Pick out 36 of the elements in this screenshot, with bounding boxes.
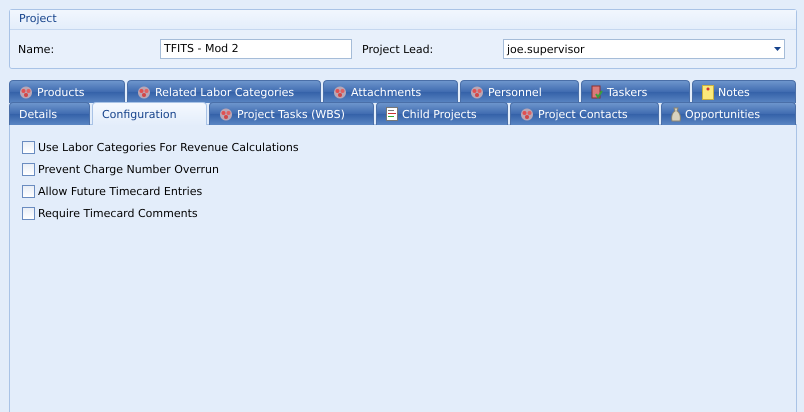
moneybag-icon	[671, 106, 681, 122]
note-icon	[702, 84, 714, 100]
tab[interactable]: Related Labor Categories	[127, 80, 321, 103]
tab[interactable]: Notes	[692, 80, 796, 103]
people-icon	[470, 86, 484, 98]
checkbox[interactable]	[22, 162, 35, 176]
people-icon	[520, 108, 534, 120]
project-lead-label: Project Lead:	[362, 42, 434, 56]
tab[interactable]: Child Projects	[376, 102, 508, 125]
tab[interactable]: Project Tasks (WBS)	[209, 102, 374, 125]
people-icon	[19, 86, 33, 98]
option-label: Use Labor Categories For Revenue Calculations	[38, 140, 299, 154]
option-label: Prevent Charge Number Overrun	[38, 162, 219, 176]
document-icon	[386, 107, 398, 121]
checkbox[interactable]	[22, 184, 35, 198]
group-title: Project	[10, 10, 796, 30]
tab[interactable]: Attachments	[323, 80, 458, 103]
tab[interactable]: Products	[9, 80, 125, 103]
option-label: Require Timecard Comments	[38, 206, 198, 220]
people-icon	[333, 86, 347, 98]
dropdown-caret-icon	[774, 47, 781, 51]
tab[interactable]: Project Contacts	[510, 102, 659, 125]
name-label: Name:	[18, 42, 56, 56]
tab[interactable]: Configuration	[92, 102, 207, 125]
tab[interactable]: Personnel	[460, 80, 579, 103]
people-icon	[219, 108, 233, 120]
tab[interactable]: Taskers	[581, 80, 690, 103]
tab[interactable]: Details	[9, 102, 90, 125]
checkbox[interactable]	[22, 206, 35, 220]
name-field[interactable]: TFITS - Mod 2	[160, 39, 352, 59]
people-icon	[137, 86, 151, 98]
project-lead-dropdown[interactable]: joe.supervisor	[503, 39, 785, 59]
tab[interactable]: Opportunities	[661, 102, 796, 125]
clipboard-icon	[591, 85, 603, 99]
option-label: Allow Future Timecard Entries	[38, 184, 202, 198]
checkbox[interactable]	[22, 140, 35, 154]
